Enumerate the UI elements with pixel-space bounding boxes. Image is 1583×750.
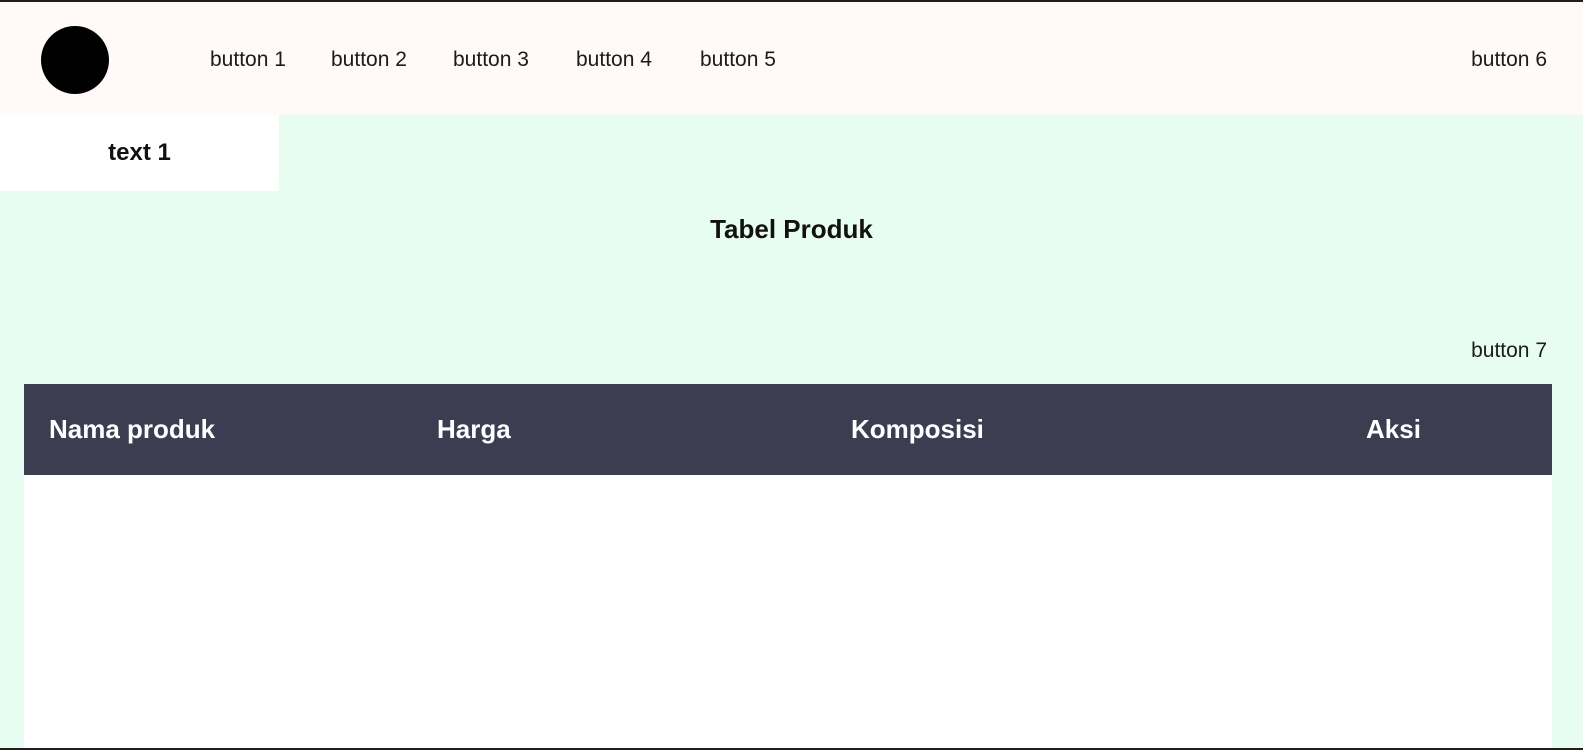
sidebar-tab-label: text 1 [108, 139, 171, 166]
app-frame: button 1 button 2 button 3 button 4 butt… [0, 2, 1583, 748]
product-table: Nama produk Harga Komposisi Aksi [24, 384, 1552, 748]
nav-button-4[interactable]: button 4 [576, 48, 652, 72]
column-header-aksi: Aksi [1366, 414, 1421, 444]
page-title: Tabel Produk [710, 214, 873, 244]
sidebar-tab-active[interactable]: text 1 [0, 115, 279, 191]
nav-button-6[interactable]: button 6 [1471, 48, 1547, 72]
logo-circle[interactable] [41, 26, 109, 94]
table-header-row: Nama produk Harga Komposisi Aksi [24, 384, 1552, 475]
nav-button-2[interactable]: button 2 [331, 48, 407, 72]
table-body [24, 475, 1552, 748]
column-header-harga: Harga [437, 414, 511, 444]
nav-button-1[interactable]: button 1 [210, 48, 286, 72]
nav-button-5[interactable]: button 5 [700, 48, 776, 72]
column-header-nama-produk: Nama produk [49, 414, 216, 444]
nav-button-3[interactable]: button 3 [453, 48, 529, 72]
column-header-komposisi: Komposisi [851, 414, 984, 444]
action-button-7[interactable]: button 7 [1471, 339, 1547, 363]
top-navbar: button 1 button 2 button 3 button 4 butt… [0, 2, 1583, 115]
